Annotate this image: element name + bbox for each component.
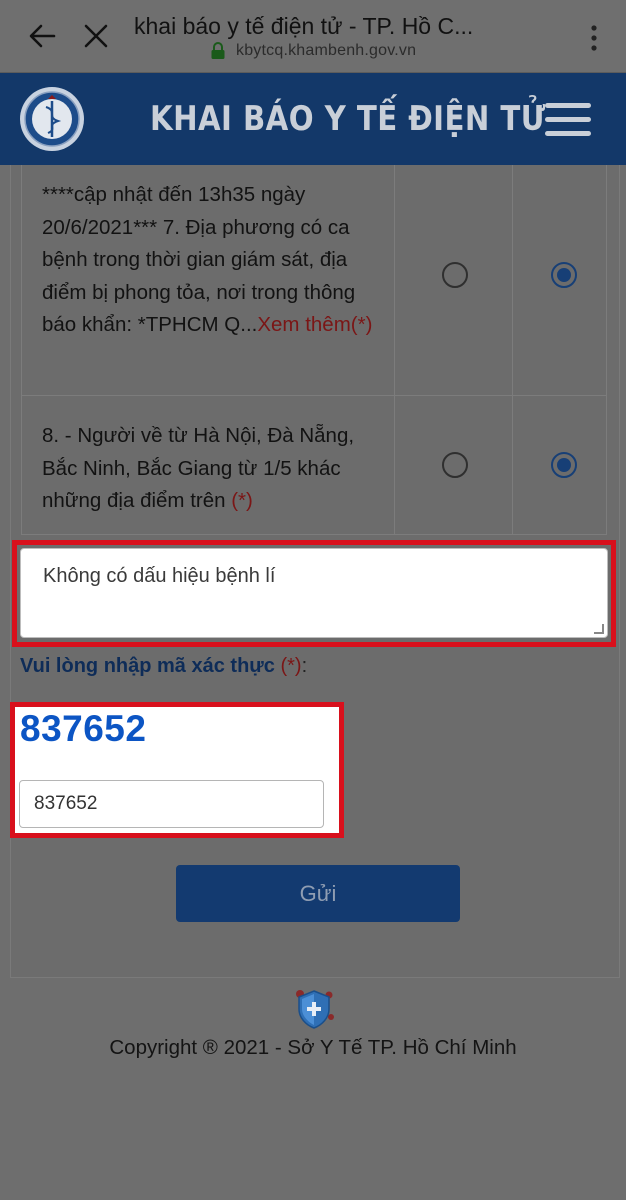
shield-virus-icon xyxy=(296,990,334,1029)
resize-handle[interactable] xyxy=(594,624,604,634)
column-divider xyxy=(512,165,513,395)
url-text: kbytcq.khambenh.gov.vn xyxy=(236,42,417,59)
table-row: 8. - Người về từ Hà Nội, Đà Nẵng, Bắc Ni… xyxy=(21,396,607,535)
radio-option-no[interactable] xyxy=(442,452,468,478)
more-options-icon[interactable] xyxy=(580,20,608,56)
browser-toolbar: khai báo y tế điện tử - TP. Hồ C... kbyt… xyxy=(0,0,626,73)
questions-table: ****cập nhật đến 13h35 ngày 20/6/2021***… xyxy=(21,165,607,535)
see-more-link[interactable]: Xem thêm xyxy=(257,313,350,336)
captcha-input[interactable]: 837652 xyxy=(19,780,324,828)
submit-button[interactable]: Gửi xyxy=(176,865,460,922)
site-title: KHAI BÁO Y TẾ ĐIỆN TỬ xyxy=(150,99,546,139)
table-row: ****cập nhật đến 13h35 ngày 20/6/2021***… xyxy=(21,165,607,396)
column-divider xyxy=(512,396,513,534)
question-text: 8. - Người về từ Hà Nội, Đà Nẵng, Bắc Ni… xyxy=(42,424,355,512)
close-icon[interactable] xyxy=(78,18,114,54)
captcha-label: Vui lòng nhập mã xác thực (*): xyxy=(20,655,308,677)
radio-option-no[interactable] xyxy=(442,262,468,288)
page-title: khai báo y tế điện tử - TP. Hồ C... xyxy=(134,13,474,39)
back-arrow-icon[interactable] xyxy=(24,18,60,54)
radio-option-yes[interactable] xyxy=(551,452,577,478)
column-divider xyxy=(394,165,395,395)
required-mark: (*) xyxy=(280,655,302,677)
radio-option-yes[interactable] xyxy=(551,262,577,288)
column-divider xyxy=(394,396,395,534)
notes-value: Không có dấu hiệu bệnh lí xyxy=(43,565,276,587)
copyright-text: Copyright ® 2021 - Sở Y Tế TP. Hồ Chí Mi… xyxy=(109,1036,517,1059)
notes-textarea[interactable]: Không có dấu hiệu bệnh lí xyxy=(20,548,608,638)
site-header: KHAI BÁO Y TẾ ĐIỆN TỬ xyxy=(0,73,626,165)
health-department-logo xyxy=(20,87,84,151)
menu-icon[interactable] xyxy=(545,103,591,137)
required-mark: (*) xyxy=(231,489,253,512)
question-text: ****cập nhật đến 13h35 ngày 20/6/2021***… xyxy=(42,183,373,336)
url-bar[interactable]: kbytcq.khambenh.gov.vn xyxy=(212,42,416,60)
captcha-code: 837652 xyxy=(20,708,147,749)
required-mark: (*) xyxy=(350,313,373,336)
